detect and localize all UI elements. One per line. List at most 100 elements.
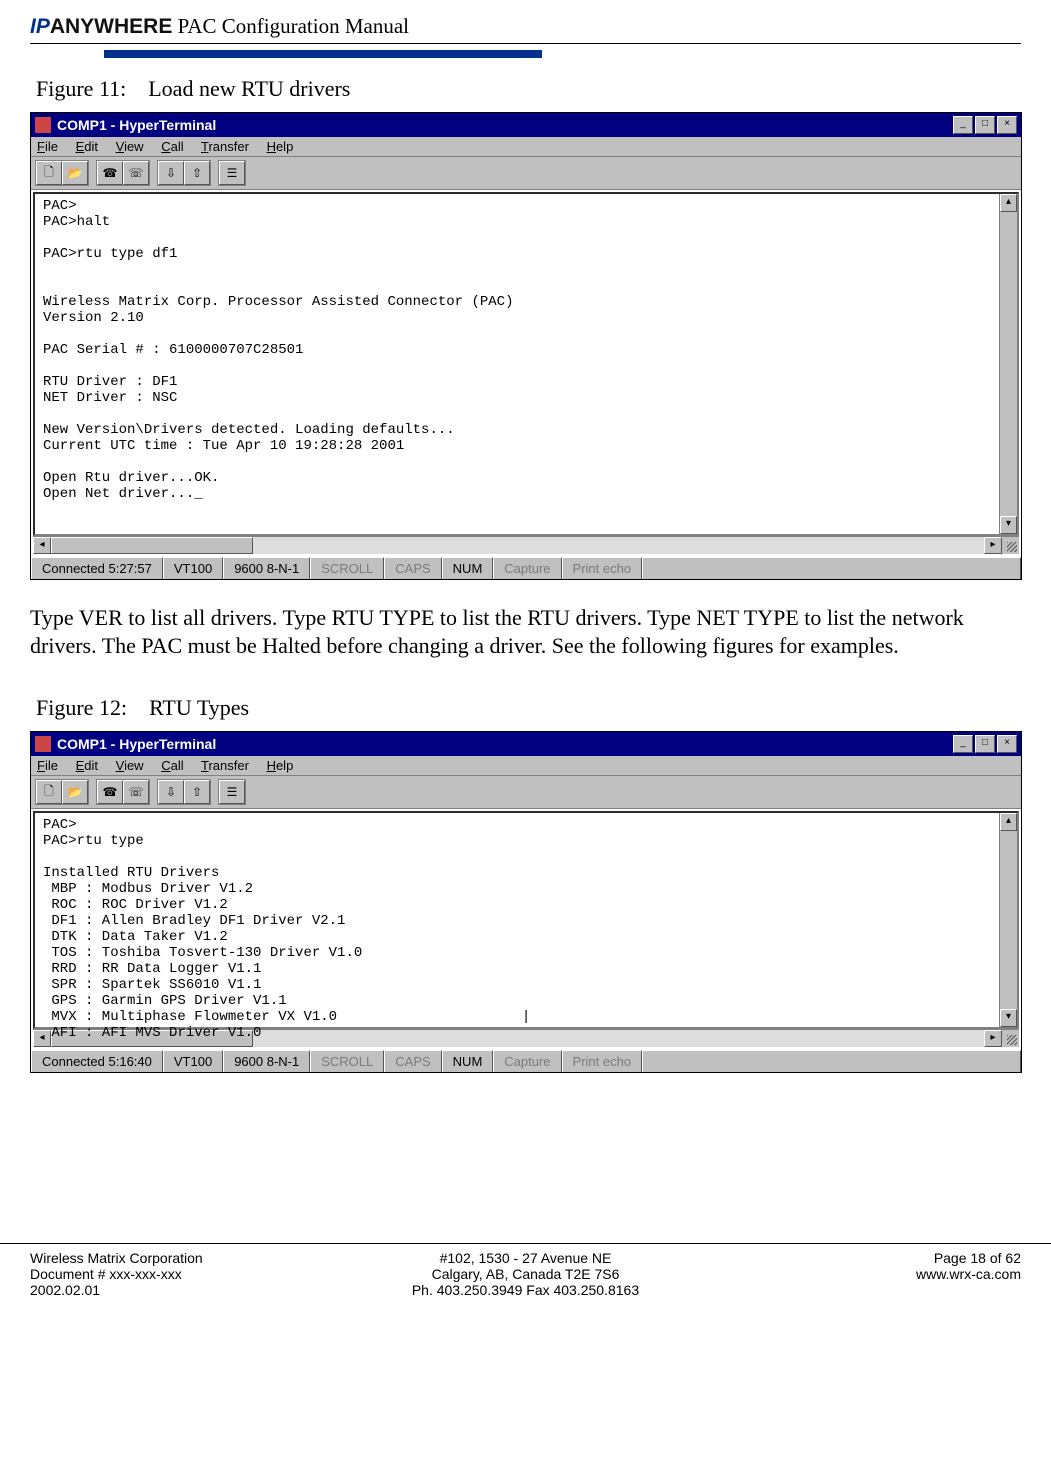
scroll-thumb[interactable] bbox=[51, 537, 253, 554]
terminal-area[interactable]: PAC> PAC>halt PAC>rtu type df1 Wireless … bbox=[33, 192, 1019, 536]
vertical-scrollbar[interactable]: ▴ ▾ bbox=[999, 194, 1017, 534]
menu-file[interactable]: FFileile bbox=[37, 139, 58, 154]
menu-view[interactable]: View bbox=[116, 758, 144, 773]
app-icon bbox=[35, 736, 51, 752]
page-header: IPANYWHERE PAC Configuration Manual bbox=[30, 14, 1021, 39]
footer-company: Wireless Matrix Corporation bbox=[30, 1250, 360, 1266]
status-caps: CAPS bbox=[384, 1050, 441, 1072]
scroll-down-icon[interactable]: ▾ bbox=[1000, 516, 1017, 534]
status-num: NUM bbox=[442, 1050, 494, 1072]
status-echo: Print echo bbox=[562, 1050, 643, 1072]
header-blue-bar bbox=[104, 50, 542, 58]
scroll-up-icon[interactable]: ▴ bbox=[1000, 194, 1017, 212]
footer-url: www.wrx-ca.com bbox=[691, 1266, 1021, 1282]
status-scroll: SCROLL bbox=[310, 557, 384, 579]
figure11-title: Load new RTU drivers bbox=[148, 76, 350, 101]
horizontal-scrollbar[interactable]: ◂ ▸ bbox=[33, 536, 1019, 554]
status-scroll: SCROLL bbox=[310, 1050, 384, 1072]
footer-addr2: Calgary, AB, Canada T2E 7S6 bbox=[360, 1266, 690, 1282]
status-bar: Connected 5:27:57 VT100 9600 8-N-1 SCROL… bbox=[31, 556, 1021, 579]
tb-open-icon[interactable]: 📂 bbox=[62, 780, 88, 804]
status-emulation: VT100 bbox=[163, 1050, 223, 1072]
footer-date: 2002.02.01 bbox=[30, 1282, 360, 1298]
hyperterminal-window-2: COMP1 - HyperTerminal _ □ × File Edit Vi… bbox=[30, 731, 1022, 1073]
menu-transfer[interactable]: Transfer bbox=[201, 139, 249, 154]
header-rule bbox=[30, 43, 1021, 44]
figure12-num: Figure 12: bbox=[36, 695, 127, 720]
close-button[interactable]: × bbox=[997, 116, 1017, 134]
scroll-down-icon[interactable]: ▾ bbox=[1000, 1009, 1017, 1027]
status-echo: Print echo bbox=[562, 557, 643, 579]
tb-new-icon[interactable]: 🗋 bbox=[36, 161, 62, 185]
status-capture: Capture bbox=[493, 1050, 561, 1072]
maximize-button[interactable]: □ bbox=[975, 116, 995, 134]
menu-bar[interactable]: FFileile Edit View Call Transfer Help bbox=[31, 137, 1021, 157]
hyperterminal-window-1: COMP1 - HyperTerminal _ □ × FFileile Edi… bbox=[30, 112, 1022, 580]
footer-page: Page 18 of 62 bbox=[691, 1250, 1021, 1266]
page-footer: Wireless Matrix Corporation Document # x… bbox=[0, 1243, 1051, 1312]
minimize-button[interactable]: _ bbox=[953, 116, 973, 134]
menu-call[interactable]: Call bbox=[161, 758, 183, 773]
maximize-button[interactable]: □ bbox=[975, 735, 995, 753]
minimize-button[interactable]: _ bbox=[953, 735, 973, 753]
footer-docnum: Document # xxx-xxx-xxx bbox=[30, 1266, 360, 1282]
title-bar[interactable]: COMP1 - HyperTerminal _ □ × bbox=[31, 113, 1021, 137]
menu-edit[interactable]: Edit bbox=[76, 139, 98, 154]
figure11-num: Figure 11: bbox=[36, 76, 126, 101]
tb-hangup-icon[interactable]: ☏ bbox=[123, 161, 149, 185]
tb-send-icon[interactable]: ⇩ bbox=[158, 161, 184, 185]
terminal-text: PAC> PAC>halt PAC>rtu type df1 Wireless … bbox=[35, 194, 1017, 506]
menu-help[interactable]: Help bbox=[267, 139, 294, 154]
tb-call-icon[interactable]: ☎ bbox=[97, 161, 123, 185]
doc-title: PAC Configuration Manual bbox=[172, 14, 409, 38]
toolbar: 🗋📂 ☎☏ ⇩⇧ ☰ bbox=[31, 776, 1021, 809]
toolbar: 🗋📂 ☎☏ ⇩⇧ ☰ bbox=[31, 157, 1021, 190]
status-bar: Connected 5:16:40 VT100 9600 8-N-1 SCROL… bbox=[31, 1049, 1021, 1072]
vertical-scrollbar[interactable]: ▴ ▾ bbox=[999, 813, 1017, 1027]
menu-edit[interactable]: Edit bbox=[76, 758, 98, 773]
scroll-up-icon[interactable]: ▴ bbox=[1000, 813, 1017, 831]
tb-hangup-icon[interactable]: ☏ bbox=[123, 780, 149, 804]
footer-addr1: #102, 1530 - 27 Avenue NE bbox=[360, 1250, 690, 1266]
tb-new-icon[interactable]: 🗋 bbox=[36, 780, 62, 804]
status-port: 9600 8-N-1 bbox=[223, 557, 310, 579]
logo-ip: IP bbox=[30, 15, 50, 38]
tb-receive-icon[interactable]: ⇧ bbox=[184, 780, 210, 804]
resize-grip-icon[interactable] bbox=[1002, 1030, 1019, 1047]
tb-call-icon[interactable]: ☎ bbox=[97, 780, 123, 804]
status-emulation: VT100 bbox=[163, 557, 223, 579]
figure12-caption: Figure 12: RTU Types bbox=[36, 695, 1021, 721]
window-title: COMP1 - HyperTerminal bbox=[57, 736, 216, 752]
figure11-caption: Figure 11: Load new RTU drivers bbox=[36, 76, 1021, 102]
footer-phone: Ph. 403.250.3949 Fax 403.250.8163 bbox=[360, 1282, 690, 1298]
status-port: 9600 8-N-1 bbox=[223, 1050, 310, 1072]
title-bar[interactable]: COMP1 - HyperTerminal _ □ × bbox=[31, 732, 1021, 756]
status-num: NUM bbox=[442, 557, 494, 579]
tb-properties-icon[interactable]: ☰ bbox=[219, 161, 245, 185]
close-button[interactable]: × bbox=[997, 735, 1017, 753]
figure12-title: RTU Types bbox=[149, 695, 249, 720]
status-connected: Connected 5:16:40 bbox=[31, 1050, 163, 1072]
tb-open-icon[interactable]: 📂 bbox=[62, 161, 88, 185]
scroll-left-icon[interactable]: ◂ bbox=[33, 537, 51, 554]
terminal-area[interactable]: PAC> PAC>rtu type Installed RTU Drivers … bbox=[33, 811, 1019, 1029]
window-title: COMP1 - HyperTerminal bbox=[57, 117, 216, 133]
logo-rest: ANYWHERE bbox=[50, 15, 173, 38]
menu-file[interactable]: File bbox=[37, 758, 58, 773]
status-capture: Capture bbox=[493, 557, 561, 579]
menu-view[interactable]: View bbox=[116, 139, 144, 154]
tb-properties-icon[interactable]: ☰ bbox=[219, 780, 245, 804]
status-connected: Connected 5:27:57 bbox=[31, 557, 163, 579]
tb-receive-icon[interactable]: ⇧ bbox=[184, 161, 210, 185]
scroll-right-icon[interactable]: ▸ bbox=[984, 537, 1002, 554]
menu-bar[interactable]: File Edit View Call Transfer Help bbox=[31, 756, 1021, 776]
resize-grip-icon[interactable] bbox=[1002, 537, 1019, 554]
app-icon bbox=[35, 117, 51, 133]
menu-help[interactable]: Help bbox=[267, 758, 294, 773]
body-paragraph: Type VER to list all drivers. Type RTU T… bbox=[30, 604, 1017, 659]
status-caps: CAPS bbox=[384, 557, 441, 579]
menu-transfer[interactable]: Transfer bbox=[201, 758, 249, 773]
tb-send-icon[interactable]: ⇩ bbox=[158, 780, 184, 804]
menu-call[interactable]: Call bbox=[161, 139, 183, 154]
terminal-text: PAC> PAC>rtu type Installed RTU Drivers … bbox=[35, 813, 1017, 1045]
